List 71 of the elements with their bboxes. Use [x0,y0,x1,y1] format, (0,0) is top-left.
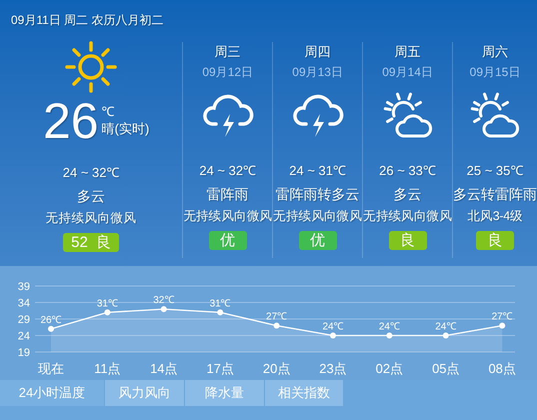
x-axis-label: 14点 [150,361,178,376]
temperature-range: 25 ~ 35℃ [466,162,524,179]
data-label: 27℃ [492,312,513,323]
wind-info: 无持续风向微风 [183,208,272,225]
data-label: 24℃ [435,322,456,332]
data-point [217,309,224,316]
data-point [160,306,167,312]
x-axis-label: 17点 [206,361,234,376]
data-point [386,332,392,338]
wind-info: 无持续风向微风 [46,210,137,227]
weather-condition: 雷阵雨转多云 [276,185,360,203]
y-axis-label: 39 [18,281,30,293]
forecast-date: 09月14日 [382,64,433,80]
data-point [48,326,54,332]
chart-tab[interactable]: 相关指数 [265,380,343,406]
wind-info: 无持续风向微风 [273,208,362,225]
current-condition: 晴(实时) [102,120,150,138]
air-quality-badge: 优 [298,231,337,250]
weekday: 周三 [214,43,241,60]
weather-condition: 多云 [394,185,422,203]
temperature-unit: ℃ [102,104,116,120]
air-quality-badge: 良 [388,231,427,250]
weather-condition: 雷阵雨 [206,185,249,203]
forecast-date: 09月12日 [202,64,254,80]
temperature-range: 24 ~ 32℃ [62,164,120,181]
chart-tab[interactable]: 24小时温度 [0,380,104,406]
x-axis-label: 23点 [319,361,347,376]
data-label: 24℃ [322,322,344,332]
x-axis-label: 02点 [376,361,404,376]
air-quality-badge: 良 [476,231,514,250]
data-label: 31℃ [210,298,231,310]
weather-condition: 多云转雷阵雨 [453,185,537,203]
x-axis-label: 08点 [488,361,516,376]
data-label: 26℃ [40,314,62,326]
wind-info: 北风3-4级 [467,208,523,225]
data-point [104,309,110,316]
weekday: 周四 [304,43,331,60]
weather-condition: 多云 [77,187,106,205]
temperature-range: 26 ~ 33℃ [379,162,436,179]
data-point [330,332,336,338]
data-label: 31℃ [96,298,118,310]
current-temperature: 26 [42,96,99,146]
temperature-range: 24 ~ 32℃ [199,162,256,179]
chart-tab[interactable]: 降水量 [185,380,264,406]
weekday: 周五 [394,43,421,60]
y-axis-label: 29 [18,314,30,326]
data-point [442,332,449,338]
current-date: 09月11日 周二 农历八月初二 [11,12,164,29]
data-label: 27℃ [266,312,288,323]
temperature-range: 24 ~ 31℃ [289,162,346,179]
wind-info: 无持续风向微风 [363,208,452,225]
y-axis-label: 24 [18,330,30,342]
chart-tab[interactable]: 风力风向 [105,380,184,406]
x-axis-label: 20点 [262,361,290,376]
data-point [499,322,506,329]
forecast-date: 09月13日 [292,64,343,80]
sun-icon [64,40,118,94]
data-point [274,322,280,329]
x-axis-label: 11点 [94,361,121,376]
x-axis-label: 现在 [38,361,64,376]
x-axis-label: 05点 [432,361,460,376]
y-axis-label: 34 [18,298,30,310]
sun-cloud-icon [382,92,434,140]
sun-cloud-icon [469,92,521,140]
y-axis-label: 19 [18,347,30,359]
forecast-date: 09月15日 [470,64,520,80]
air-quality-badge: 52 良 [63,233,120,252]
data-label: 24℃ [378,322,400,332]
data-label: 32℃ [153,295,174,306]
weekday: 周六 [482,43,508,60]
air-quality-badge: 优 [208,231,247,250]
